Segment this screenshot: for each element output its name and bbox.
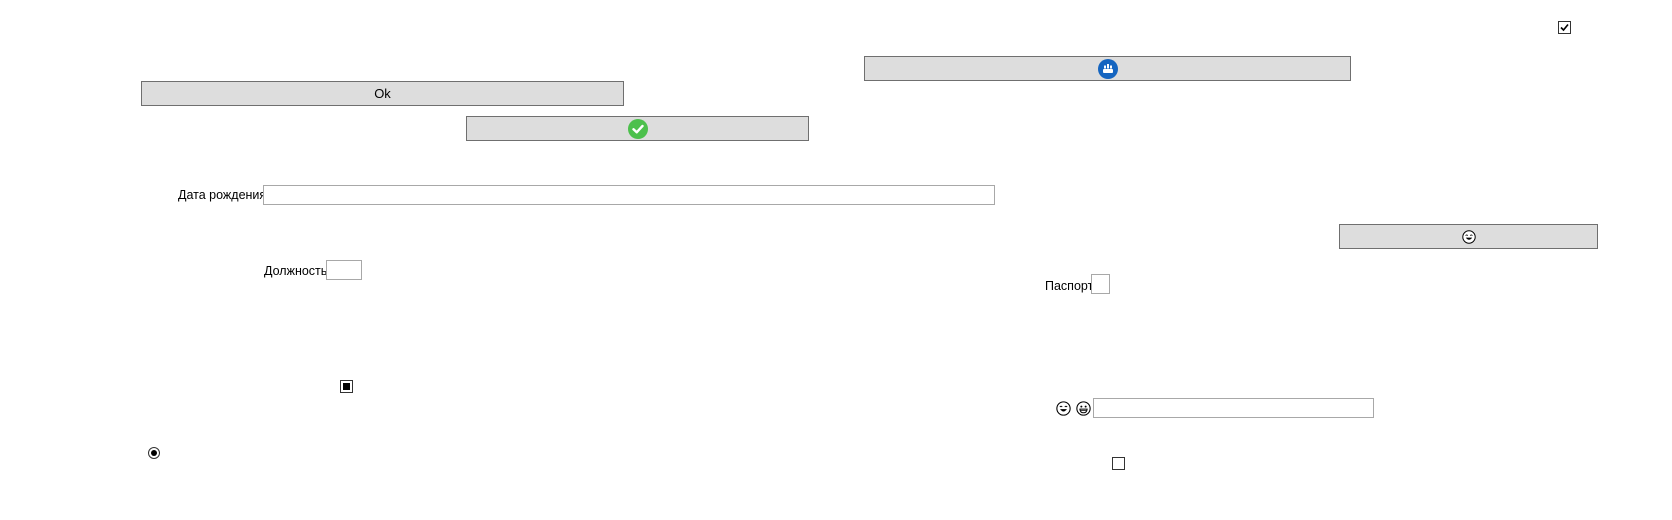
ok-button[interactable]: Ok: [141, 81, 624, 106]
birth-date-label: Дата рождения: [178, 188, 267, 202]
radio-button[interactable]: [148, 447, 160, 459]
bottom-checkbox[interactable]: [1112, 457, 1125, 470]
green-check-circle-icon: [627, 118, 648, 139]
radio-selected-dot: [151, 450, 157, 456]
position-label: Должность: [264, 264, 328, 278]
ok-button-label: Ok: [374, 86, 391, 101]
laughing-face-icon: [1461, 229, 1476, 244]
emoji-button[interactable]: [1339, 224, 1598, 249]
position-field[interactable]: [326, 260, 362, 280]
birth-date-field[interactable]: [263, 185, 995, 205]
blue-circle-logo-icon: [1097, 58, 1118, 79]
passport-field[interactable]: [1091, 274, 1110, 294]
passport-label: Паспорт: [1045, 279, 1094, 293]
emoji-text-field[interactable]: [1093, 398, 1374, 418]
confirm-check-button[interactable]: [466, 116, 809, 141]
blue-logo-button[interactable]: [864, 56, 1351, 81]
checkmark-icon: [1560, 23, 1569, 32]
laughing-face-icon: [1056, 401, 1071, 416]
indeterminate-mark: [343, 383, 350, 390]
tristate-checkbox[interactable]: [340, 380, 353, 393]
top-right-checkbox[interactable]: [1558, 21, 1571, 34]
grinning-face-icon: [1076, 401, 1091, 416]
